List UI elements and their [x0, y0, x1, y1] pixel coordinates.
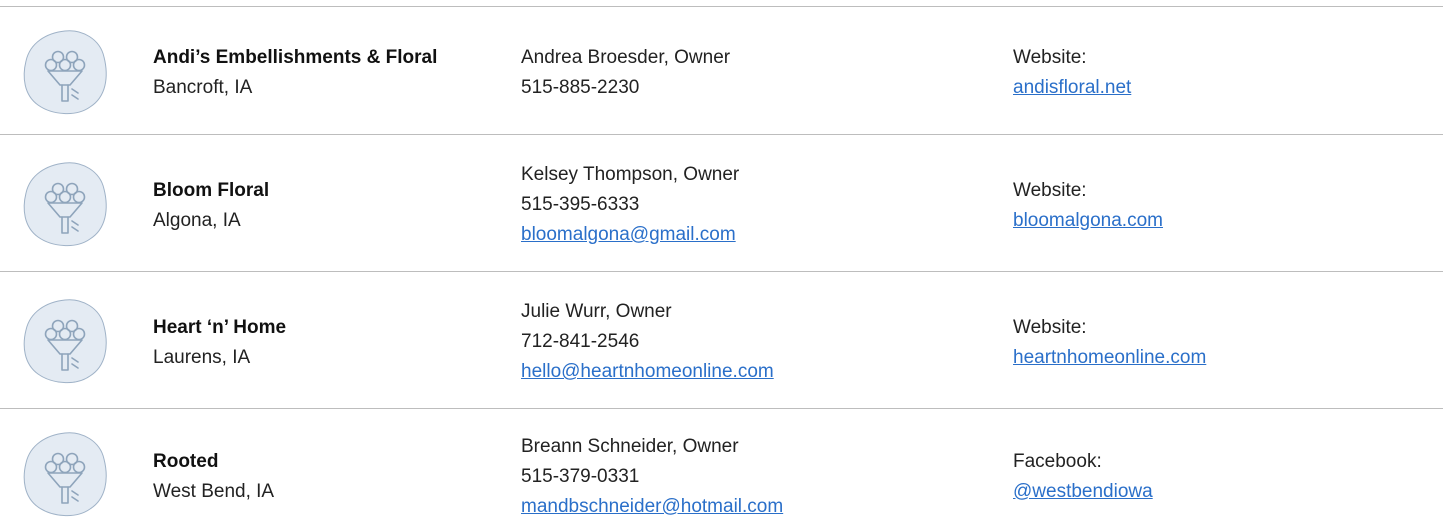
- contact-email-link[interactable]: hello@heartnhomeonline.com: [521, 357, 774, 387]
- business-location: Laurens, IA: [153, 347, 251, 368]
- business-location: West Bend, IA: [153, 481, 275, 502]
- list-item: Rooted West Bend, IA Breann Schneider, O…: [0, 408, 1443, 529]
- business-name: Rooted: [153, 451, 219, 472]
- contact-phone: 712-841-2546: [521, 331, 640, 352]
- list-item: Andi’s Embellishments & Floral Bancroft,…: [0, 6, 1443, 134]
- contact-email-link[interactable]: bloomalgona@gmail.com: [521, 220, 739, 250]
- contact-email-link[interactable]: mandbschneider@hotmail.com: [521, 492, 783, 522]
- contact-phone: 515-379-0331: [521, 466, 640, 487]
- link-label: Website:: [1013, 47, 1087, 68]
- bouquet-icon: [20, 296, 110, 386]
- link-label: Website:: [1013, 180, 1087, 201]
- contact-person: Julie Wurr, Owner: [521, 301, 672, 322]
- business-name: Andi’s Embellishments & Floral: [153, 47, 438, 68]
- list-item: Heart ‘n’ Home Laurens, IA Julie Wurr, O…: [0, 271, 1443, 408]
- bouquet-icon: [20, 429, 110, 519]
- business-location: Bancroft, IA: [153, 77, 253, 98]
- contact-person: Andrea Broesder, Owner: [521, 47, 731, 68]
- link-label: Website:: [1013, 317, 1087, 338]
- business-location: Algona, IA: [153, 210, 241, 231]
- florist-directory: Andi’s Embellishments & Floral Bancroft,…: [0, 0, 1443, 529]
- website-link[interactable]: heartnhomeonline.com: [1013, 343, 1206, 373]
- business-name: Heart ‘n’ Home: [153, 317, 287, 338]
- list-item: Bloom Floral Algona, IA Kelsey Thompson,…: [0, 134, 1443, 271]
- bouquet-icon: [20, 27, 110, 117]
- website-link[interactable]: bloomalgona.com: [1013, 206, 1163, 236]
- contact-person: Kelsey Thompson, Owner: [521, 164, 740, 185]
- contact-phone: 515-395-6333: [521, 194, 640, 215]
- business-name: Bloom Floral: [153, 180, 270, 201]
- website-link[interactable]: andisfloral.net: [1013, 73, 1131, 103]
- facebook-link[interactable]: @westbendiowa: [1013, 477, 1153, 507]
- contact-person: Breann Schneider, Owner: [521, 436, 739, 457]
- contact-phone: 515-885-2230: [521, 77, 640, 98]
- link-label: Facebook:: [1013, 451, 1102, 472]
- bouquet-icon: [20, 159, 110, 249]
